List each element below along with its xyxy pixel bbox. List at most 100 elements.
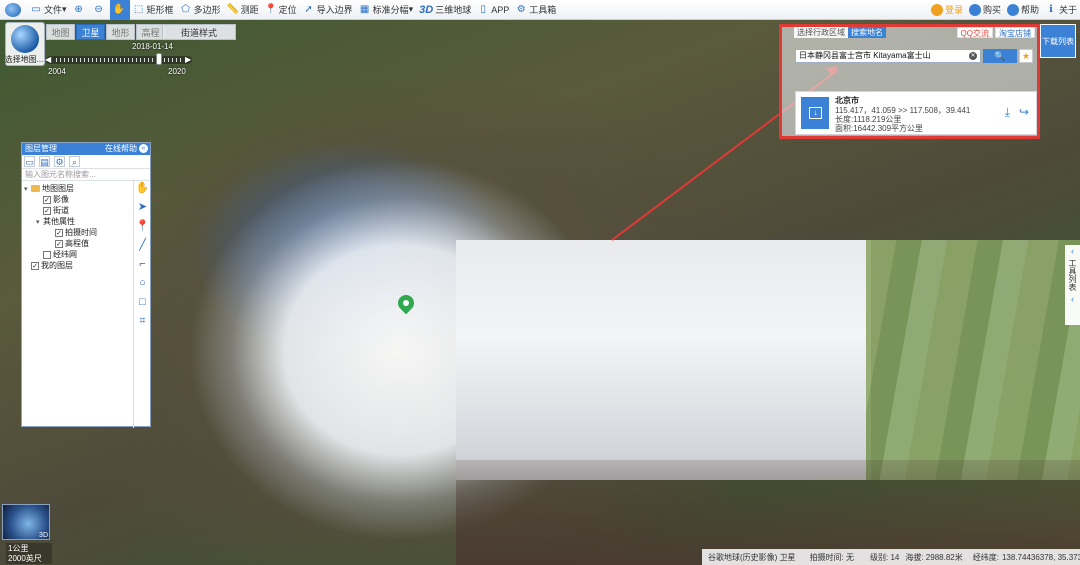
location-pin-icon[interactable] [394,291,418,317]
place-search-input[interactable]: 日本静冈县富士宫市 Kitayama富士山 [795,49,981,63]
layer-search-input[interactable]: 输入图元名称搜索... [22,169,150,181]
tab-satellite[interactable]: 卫星 [76,24,105,40]
layer-checkbox[interactable]: ✓ [31,261,39,270]
file-menu[interactable]: ▭ 文件 ▾ [27,0,70,20]
polygon-tool-button[interactable]: ⬠ 多边形 [177,0,224,20]
layer-checkbox[interactable]: ✓ [43,206,51,215]
standard-grid-menu[interactable]: ▦ 标准分幅 ▾ [356,0,417,20]
line-icon[interactable]: ╱ [134,236,151,255]
measure-distance-button[interactable]: 📏 测距 [224,0,262,20]
circle-icon[interactable]: ○ [134,274,151,293]
info-icon: ℹ [1049,3,1053,15]
tab-map[interactable]: 地图 [46,24,75,40]
polyline-icon[interactable]: ⌐ [134,255,151,274]
timeline-prev-icon[interactable]: ◀ [45,55,53,65]
street-style-button[interactable]: 街道样式 [162,24,236,40]
save-icon[interactable]: ▤ [39,156,50,167]
search-icon: 🔍 [994,51,1006,61]
zoom-out-icon: ⊖ [94,3,103,15]
layer-tree-item[interactable]: ▾ 其他属性 [24,216,132,227]
timeline-slider-handle[interactable] [156,53,162,65]
diamond-icon [930,3,943,16]
folder-icon: ▭ [31,3,41,15]
layer-settings-icon[interactable]: ⚙ [54,156,65,167]
standard-grid-label: 标准分幅 [372,5,409,15]
layer-checkbox[interactable]: ✓ [55,228,63,237]
layer-tree-item[interactable]: ▾ 地图图层 [24,183,132,194]
download-icon[interactable]: ⤓ [1005,105,1010,120]
search-panel: 选择行政区域 搜索地名 QQ交流 淘宝店铺 日本静冈县富士宫市 Kitayama… [779,24,1040,139]
overview-globe-map[interactable]: 3D [2,504,50,540]
hand-icon[interactable]: ✋ [134,179,151,198]
pin-icon[interactable]: 📍 [134,217,151,236]
locate-button[interactable]: 📍 定位 [262,0,300,20]
taobao-shop-link[interactable]: 淘宝店铺 [995,27,1035,38]
status-altitude: 海拔: 2988.82米 [905,552,963,562]
app-logo-icon[interactable] [5,2,21,17]
clear-icon[interactable]: ✕ [969,52,977,60]
3d-globe-button[interactable]: 3D 三维地球 [416,0,474,20]
layer-panel-title: 图层管理 [25,144,57,153]
collapse-icon[interactable]: « [139,144,148,153]
layer-panel-help-link[interactable]: 在线帮助 [105,143,137,155]
layer-tree-item[interactable]: 经纬网 [24,249,132,260]
expand-toggle-icon[interactable]: ▾ [36,218,43,226]
layer-checkbox[interactable]: ✓ [43,195,51,204]
chevron-left-icon: ‹ [1071,294,1074,304]
login-button[interactable]: 登录 [928,0,966,20]
layer-checkbox[interactable] [43,250,51,259]
map-type-tabs: 地图 卫星 地形 高程 [46,24,166,40]
import-boundary-button[interactable]: ➚ 导入边界 [300,0,356,20]
layer-checkbox[interactable]: ✓ [55,239,63,248]
download-list-button[interactable]: 下载列表 [1040,24,1076,58]
layer-label: 街道 [53,206,69,215]
select-map-button[interactable]: 选择地图... [5,22,45,66]
zoom-out-button[interactable]: ⊖ [90,0,110,20]
rectangle-tool-button[interactable]: ⬚ 矩形框 [130,0,177,20]
history-timeline: 2018-01-14 ◀ ▶ 2004 2020 [45,42,193,76]
layer-tree-item[interactable]: ✓ 我的图层 [24,260,132,271]
layer-label: 我的图层 [41,261,73,270]
vip-icon [968,3,981,16]
help-button[interactable]: 帮助 [1004,0,1042,20]
pan-tool-button[interactable]: ✋ [109,0,130,20]
zoom-in-button[interactable]: ⊕ [70,0,90,20]
share-icon[interactable]: ↪ [1019,105,1029,119]
about-button[interactable]: ℹ 关于 [1042,0,1080,20]
search-tabs: 选择行政区域 搜索地名 [794,27,886,38]
open-folder-icon[interactable]: ▭ [24,156,35,167]
layer-tree-item[interactable]: ✓ 街道 [24,205,132,216]
tab-terrain[interactable]: 地形 [106,24,135,40]
main-toolbar: ▭ 文件 ▾ ⊕ ⊖ ✋ ⬚ 矩形框 ⬠ 多边形 📏 测距 📍 定位 ➚ 导入边界… [0,0,1080,20]
toolbox-label: 工具箱 [529,5,557,15]
status-bar: 谷歌地球(历史影像) 卫星 拍摄时间: 无 级别: 14 海拔: 2988.82… [702,549,1080,565]
layer-tree-item[interactable]: ✓ 高程值 [24,238,132,249]
tab-elevation[interactable]: 高程 [136,24,165,40]
search-icon[interactable]: ⌕ [69,156,80,167]
file-menu-label: 文件 [44,5,63,15]
tab-search-place[interactable]: 搜索地名 [848,27,886,38]
toolbox-button[interactable]: ⚙ 工具箱 [512,0,559,20]
tool-list-toggle[interactable]: ‹ 工具列表 ‹ [1065,245,1080,325]
buy-button[interactable]: 购买 [966,0,1004,20]
timeline-current-date: 2018-01-14 [132,42,173,51]
search-result-item[interactable]: ↓ 北京市 115.417，41.059 >> 117.508，39.441 长… [795,91,1037,135]
timeline-next-icon[interactable]: ▶ [185,55,193,65]
polygon-tool-label: 多边形 [193,5,221,15]
square-icon[interactable]: □ [134,293,151,312]
favorite-star-icon[interactable]: ★ [1019,49,1033,63]
phone-icon: ▯ [480,3,486,15]
tab-select-region[interactable]: 选择行政区域 [794,27,848,38]
app-button[interactable]: ▯ APP [474,0,512,20]
globe-icon [11,25,39,53]
layer-tree-item[interactable]: ✓ 拍摄时间 [24,227,132,238]
layer-label: 地图图层 [42,184,74,193]
timeline-start-year: 2004 [48,67,66,76]
tag-icon[interactable]: ⌗ [134,312,151,331]
search-links: QQ交流 淘宝店铺 [955,27,1035,38]
search-button[interactable]: 🔍 [983,49,1017,63]
pointer-icon[interactable]: ➤ [134,198,151,217]
expand-toggle-icon[interactable]: ▾ [24,185,31,193]
layer-tree-item[interactable]: ✓ 影像 [24,194,132,205]
qq-group-link[interactable]: QQ交流 [956,27,993,38]
